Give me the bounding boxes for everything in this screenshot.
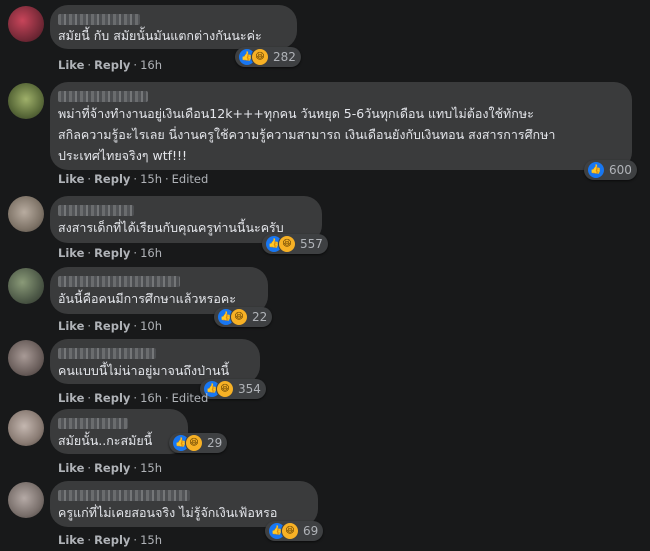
reaction-summary[interactable]: 👍 😆 557	[262, 234, 328, 254]
reaction-summary[interactable]: 👍 600	[584, 160, 637, 180]
comment-bubble: สมัยนี้ กับ สมัยนั้นมันแตกต่างกันนะค่ะ	[50, 5, 297, 49]
reply-link[interactable]: Reply	[94, 533, 130, 547]
reaction-summary[interactable]: 👍 😆 22	[214, 307, 273, 327]
avatar[interactable]	[8, 410, 44, 446]
avatar[interactable]	[8, 340, 44, 376]
reaction-count: 282	[273, 50, 296, 64]
reaction-summary[interactable]: 👍 😆 29	[169, 433, 228, 453]
reaction-count: 600	[609, 163, 632, 177]
comment-bubble: คนแบบนี้ไม่น่าอยู่มาจนถึงป่านนี้	[50, 339, 260, 384]
like-link[interactable]: Like	[58, 319, 84, 333]
reaction-count: 22	[252, 310, 268, 324]
reaction-summary[interactable]: 👍 😆 282	[235, 47, 301, 67]
comment-actions: Like · Reply · 10h	[58, 319, 162, 333]
avatar[interactable]	[8, 268, 44, 304]
comment-actions: Like · Reply · 16h	[58, 58, 162, 72]
reaction-summary[interactable]: 👍 😆 69	[265, 521, 324, 541]
comment-actions: Like · Reply · 16h	[58, 246, 162, 260]
commenter-name[interactable]	[58, 205, 134, 216]
timestamp[interactable]: 10h	[140, 319, 162, 333]
comment-text: อันนี้คือคนมีการศึกษาแล้วหรอคะ	[58, 291, 236, 306]
timestamp[interactable]: 16h	[140, 391, 162, 405]
comment-actions: Like · Reply · 15h	[58, 533, 162, 547]
timestamp[interactable]: 15h	[140, 461, 162, 475]
like-link[interactable]: Like	[58, 391, 84, 405]
reply-link[interactable]: Reply	[94, 319, 130, 333]
commenter-name[interactable]	[58, 91, 148, 102]
commenter-name[interactable]	[58, 418, 128, 429]
reply-link[interactable]: Reply	[94, 461, 130, 475]
comment-actions: Like · Reply · 16h · Edited	[58, 391, 209, 405]
reaction-summary[interactable]: 👍 😆 354	[200, 379, 266, 399]
timestamp[interactable]: 16h	[140, 246, 162, 260]
like-link[interactable]: Like	[58, 246, 84, 260]
reply-link[interactable]: Reply	[94, 246, 130, 260]
avatar[interactable]	[8, 482, 44, 518]
commenter-name[interactable]	[58, 276, 180, 287]
timestamp[interactable]: 15h	[140, 533, 162, 547]
comment-text: พม่าที่จ้างทำงานอยู่เงินเดือน12k+++ทุกคน…	[58, 106, 556, 163]
comment-bubble: พม่าที่จ้างทำงานอยู่เงินเดือน12k+++ทุกคน…	[50, 82, 632, 170]
commenter-name[interactable]	[58, 348, 156, 359]
avatar[interactable]	[8, 83, 44, 119]
avatar[interactable]	[8, 196, 44, 232]
reply-link[interactable]: Reply	[94, 172, 130, 186]
commenter-name[interactable]	[58, 490, 190, 501]
like-link[interactable]: Like	[58, 58, 84, 72]
comment-text: สมัยนี้ กับ สมัยนั้นมันแตกต่างกันนะค่ะ	[58, 28, 262, 43]
reply-link[interactable]: Reply	[94, 58, 130, 72]
haha-icon: 😆	[216, 380, 234, 398]
reaction-count: 354	[238, 382, 261, 396]
haha-icon: 😆	[230, 308, 248, 326]
edited-label[interactable]: Edited	[172, 391, 209, 405]
reply-link[interactable]: Reply	[94, 391, 130, 405]
timestamp[interactable]: 15h	[140, 172, 162, 186]
comment-text: สมัยนั้น..กะสมัยนี้	[58, 433, 153, 448]
like-link[interactable]: Like	[58, 461, 84, 475]
comment-actions: Like · Reply · 15h	[58, 461, 162, 475]
comment-text: ครูแก่ที่ไม่เคยสอนจริง ไม่รู้จักเงินเฟ้อ…	[58, 505, 278, 520]
like-link[interactable]: Like	[58, 172, 84, 186]
like-icon: 👍	[587, 161, 605, 179]
reaction-count: 557	[300, 237, 323, 251]
comment-bubble: สมัยนั้น..กะสมัยนี้	[50, 409, 188, 454]
avatar[interactable]	[8, 6, 44, 42]
comment-actions: Like · Reply · 15h · Edited	[58, 172, 209, 186]
edited-label[interactable]: Edited	[172, 172, 209, 186]
comment-text: คนแบบนี้ไม่น่าอยู่มาจนถึงป่านนี้	[58, 363, 230, 378]
reaction-count: 69	[303, 524, 319, 538]
reaction-count: 29	[207, 436, 223, 450]
commenter-name[interactable]	[58, 14, 140, 25]
like-link[interactable]: Like	[58, 533, 84, 547]
timestamp[interactable]: 16h	[140, 58, 162, 72]
haha-icon: 😆	[185, 434, 203, 452]
haha-icon: 😆	[278, 235, 296, 253]
haha-icon: 😆	[281, 522, 299, 540]
haha-icon: 😆	[251, 48, 269, 66]
